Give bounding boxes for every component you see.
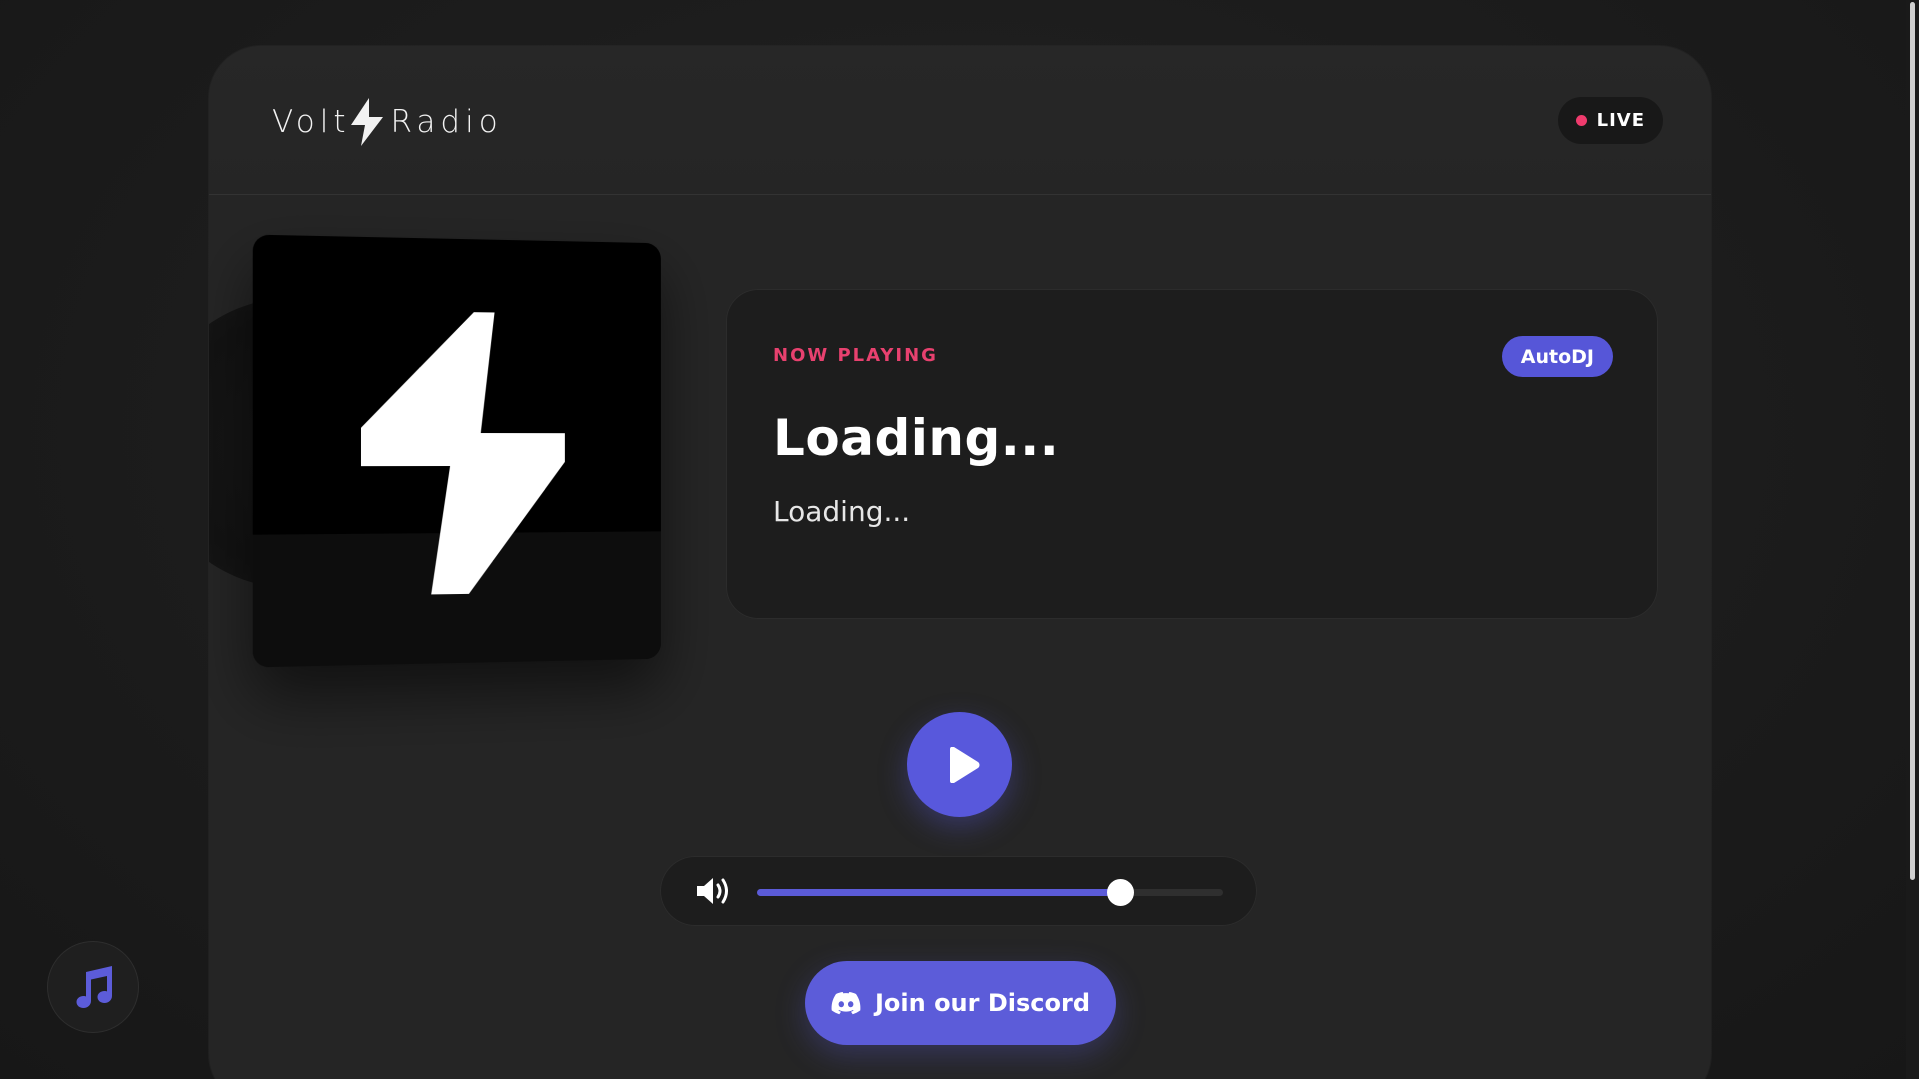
join-discord-button[interactable]: Join our Discord xyxy=(805,961,1116,1045)
lightning-bolt-icon xyxy=(350,98,383,146)
speaker-icon[interactable] xyxy=(695,875,735,907)
live-dot-icon xyxy=(1575,115,1587,126)
discord-icon xyxy=(831,992,861,1015)
scrollbar-thumb[interactable] xyxy=(1910,2,1915,880)
volume-slider[interactable] xyxy=(757,879,1223,906)
autodj-badge: AutoDJ xyxy=(1501,336,1613,377)
music-button[interactable] xyxy=(48,942,138,1032)
page-scrollbar[interactable] xyxy=(1906,0,1919,1079)
play-button[interactable] xyxy=(907,712,1012,817)
live-label: LIVE xyxy=(1596,110,1645,131)
logo-text-volt: Volt xyxy=(272,104,351,140)
track-title: Loading... xyxy=(773,409,1060,467)
track-artist: Loading... xyxy=(773,495,911,528)
music-note-icon xyxy=(76,966,112,1008)
play-icon xyxy=(949,746,979,783)
volume-fill xyxy=(757,889,1121,896)
discord-button-label: Join our Discord xyxy=(874,989,1090,1017)
player-card: Volt Radio LIVE NOW PLAYING AutoDJ Loadi… xyxy=(209,46,1711,1079)
now-playing-card: NOW PLAYING AutoDJ Loading... Loading... xyxy=(726,289,1658,619)
now-playing-label: NOW PLAYING xyxy=(773,345,938,366)
volume-control xyxy=(660,856,1257,926)
lightning-bolt-icon xyxy=(360,310,565,596)
logo-text-radio: Radio xyxy=(390,104,503,140)
logo[interactable]: Volt Radio xyxy=(272,96,503,148)
header: Volt Radio LIVE xyxy=(209,46,1711,195)
live-indicator: LIVE xyxy=(1557,97,1663,144)
album-art xyxy=(252,234,661,668)
volume-thumb[interactable] xyxy=(1107,879,1135,906)
